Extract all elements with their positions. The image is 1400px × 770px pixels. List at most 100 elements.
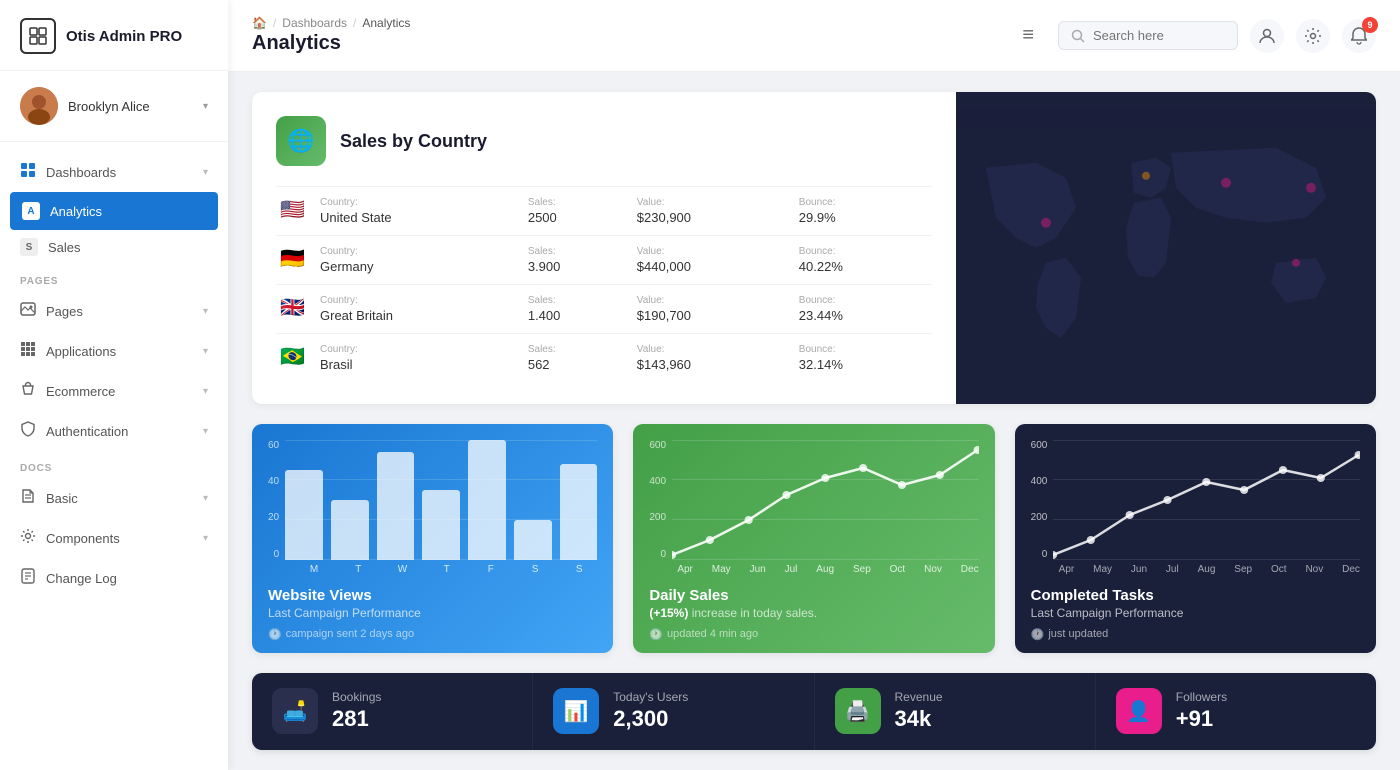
world-map-area (956, 92, 1376, 404)
sidebar-item-label: Dashboards (46, 165, 116, 180)
followers-icon-box: 👤 (1116, 688, 1162, 734)
website-views-card: 60 40 20 0 (252, 424, 613, 653)
x-axis-labels: Apr May Jun Jul Aug Sep Oct Nov Dec (677, 564, 978, 575)
user-profile[interactable]: Brooklyn Alice ▾ (0, 71, 228, 142)
sidebar-item-changelog[interactable]: Change Log (0, 558, 228, 598)
breadcrumb: 🏠 / Dashboards / Analytics (252, 16, 998, 30)
revenue-icon-box: 🖨️ (835, 688, 881, 734)
x-axis-labels: Apr May Jun Jul Aug Sep Oct Nov Dec (1059, 564, 1360, 575)
header-left: 🏠 / Dashboards / Analytics Analytics (252, 16, 998, 55)
country-name: Great Britain (320, 308, 516, 323)
sidebar: Otis Admin PRO Brooklyn Alice ▾ Das (0, 0, 228, 770)
sidebar-item-label: Components (46, 531, 120, 546)
chart-subtitle: (+15%) increase in today sales. (649, 606, 978, 620)
menu-toggle-button[interactable]: ≡ (1014, 20, 1042, 51)
logo-area: Otis Admin PRO (0, 0, 228, 71)
logo-icon (20, 18, 56, 54)
chart-info: Website Views Last Campaign Performance … (252, 575, 613, 653)
expand-icon: ▾ (203, 346, 208, 357)
card-title: Sales by Country (340, 131, 487, 152)
completed-tasks-card: 600 400 200 0 (1015, 424, 1376, 653)
bookings-label: Bookings (332, 690, 381, 704)
search-icon (1071, 29, 1085, 43)
country-name: United State (320, 210, 516, 225)
value: $230,900 (637, 210, 787, 225)
sidebar-item-applications[interactable]: Applications ▾ (0, 331, 228, 371)
page-title: Analytics (252, 32, 998, 55)
sales-value: 1.400 (528, 308, 625, 323)
section-label-pages: PAGES (0, 264, 228, 291)
users-value: 2,300 (613, 706, 688, 732)
chart-icon: 📊 (564, 699, 589, 724)
y-axis-labels: 600 400 200 0 (1031, 440, 1048, 560)
highlight-text: (+15%) (649, 606, 688, 620)
line-chart-area: 600 400 200 0 (633, 424, 994, 575)
search-box[interactable] (1058, 21, 1238, 50)
sidebar-item-basic[interactable]: Basic ▾ (0, 478, 228, 518)
content-area: 🌐 Sales by Country 🇺🇸 Country:United Sta… (228, 72, 1400, 770)
stat-revenue: 🖨️ Revenue 34k (815, 673, 1096, 750)
section-label-docs: DOCS (0, 451, 228, 478)
revenue-value: 34k (895, 706, 943, 732)
flag-de: 🇩🇪 (280, 248, 305, 270)
sidebar-item-authentication[interactable]: Authentication ▾ (0, 411, 228, 451)
sidebar-item-pages[interactable]: Pages ▾ (0, 291, 228, 331)
stat-followers: 👤 Followers +91 (1096, 673, 1376, 750)
notification-icon-button[interactable]: 9 (1342, 19, 1376, 53)
table-row: 🇩🇪 Country:Germany Sales:3.900 Value:$44… (276, 236, 932, 285)
table-row: 🇧🇷 Country:Brasil Sales:562 Value:$143,9… (276, 334, 932, 383)
revenue-info: Revenue 34k (895, 690, 943, 732)
settings-icon-button[interactable] (1296, 19, 1330, 53)
bounce: 40.22% (799, 259, 924, 274)
chart-info: Daily Sales (+15%) increase in today sal… (633, 575, 994, 653)
sidebar-item-dashboards[interactable]: Dashboards ▾ (0, 152, 228, 192)
sidebar-item-ecommerce[interactable]: Ecommerce ▾ (0, 371, 228, 411)
bookings-value: 281 (332, 706, 381, 732)
expand-icon: ▾ (203, 533, 208, 544)
sales-letter: S (20, 238, 38, 256)
breadcrumb-dashboards[interactable]: Dashboards (282, 16, 347, 30)
line-chart-area-dark: 600 400 200 0 (1015, 424, 1376, 575)
printer-icon: 🖨️ (845, 699, 870, 724)
line-chart-svg (672, 440, 979, 560)
world-map-svg (956, 92, 1376, 404)
bookings-info: Bookings 281 (332, 690, 381, 732)
country-name: Germany (320, 259, 516, 274)
search-input[interactable] (1093, 28, 1213, 43)
bar-chart-area: 60 40 20 0 (252, 424, 613, 575)
stats-row: 🛋️ Bookings 281 📊 Today's Users 2,300 (252, 673, 1376, 750)
avatar (20, 87, 58, 125)
table-row: 🇬🇧 Country:Great Britain Sales:1.400 Val… (276, 285, 932, 334)
chevron-down-icon: ▾ (203, 101, 208, 112)
sidebar-item-label: Authentication (46, 424, 128, 439)
main-content: 🏠 / Dashboards / Analytics Analytics ≡ (228, 0, 1400, 770)
sidebar-item-label: Basic (46, 491, 78, 506)
home-icon: 🏠 (252, 16, 267, 30)
followers-label: Followers (1176, 690, 1227, 704)
bounce: 29.9% (799, 210, 924, 225)
clock-icon: 🕐 (649, 628, 663, 641)
couch-icon: 🛋️ (283, 699, 308, 724)
breadcrumb-sep2: / (353, 16, 356, 30)
globe-icon-box: 🌐 (276, 116, 326, 166)
chart-footer: 🕐 just updated (1031, 628, 1360, 641)
user-icon-button[interactable] (1250, 19, 1284, 53)
sidebar-item-components[interactable]: Components ▾ (0, 518, 228, 558)
sales-value: 3.900 (528, 259, 625, 274)
flag-us: 🇺🇸 (280, 199, 305, 221)
bounce: 32.14% (799, 357, 924, 372)
followers-value: +91 (1176, 706, 1227, 732)
doc-icon (20, 568, 36, 588)
country-name: Brasil (320, 357, 516, 372)
expand-icon: ▾ (203, 426, 208, 437)
users-icon-box: 📊 (553, 688, 599, 734)
breadcrumb-sep: / (273, 16, 276, 30)
sidebar-item-analytics[interactable]: A Analytics (10, 192, 218, 230)
header: 🏠 / Dashboards / Analytics Analytics ≡ (228, 0, 1400, 72)
sales-by-country-card: 🌐 Sales by Country 🇺🇸 Country:United Sta… (252, 92, 1376, 404)
sidebar-item-sales[interactable]: S Sales (0, 230, 228, 264)
charts-row: 60 40 20 0 (252, 424, 1376, 653)
chart-footer: 🕐 updated 4 min ago (649, 628, 978, 641)
line-chart-svg-dark (1053, 440, 1360, 560)
sales-value: 562 (528, 357, 625, 372)
